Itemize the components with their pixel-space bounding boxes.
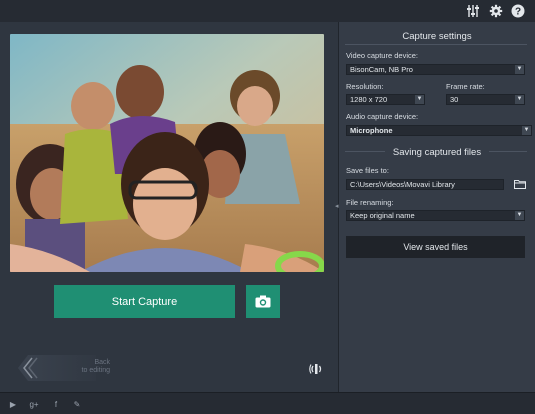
renaming-label: File renaming: xyxy=(346,198,394,207)
google-plus-icon[interactable]: g+ xyxy=(28,399,40,410)
chevron-down-icon: ▼ xyxy=(515,65,524,74)
divider xyxy=(489,151,527,152)
snapshot-button[interactable] xyxy=(246,285,280,318)
frame-rate-select[interactable]: 30 ▼ xyxy=(446,94,525,105)
equalizer-icon[interactable] xyxy=(466,4,480,18)
frame-rate-label: Frame rate: xyxy=(446,82,485,91)
back-label-line1: Back xyxy=(94,359,110,366)
resolution-label: Resolution: xyxy=(346,82,384,91)
video-device-value: BisonCam, NB Pro xyxy=(350,65,413,74)
audio-device-label: Audio capture device: xyxy=(346,112,419,121)
settings-panel: Capture settings Video capture device: B… xyxy=(339,22,535,392)
frame-rate-value: 30 xyxy=(450,95,459,104)
video-device-label: Video capture device: xyxy=(346,51,418,60)
start-capture-button[interactable]: Start Capture xyxy=(54,285,235,318)
facebook-icon[interactable]: f xyxy=(50,399,62,410)
back-to-editing-button[interactable]: Back to editing xyxy=(18,355,110,381)
chevron-down-icon: ▼ xyxy=(522,126,531,135)
audio-device-value: Microphone xyxy=(350,126,393,135)
renaming-value: Keep original name xyxy=(350,211,415,220)
youtube-icon[interactable]: ▶ xyxy=(7,399,19,410)
chevron-down-icon: ▼ xyxy=(515,211,524,220)
capture-settings-title: Capture settings xyxy=(402,31,472,42)
view-saved-files-button[interactable]: View saved files xyxy=(346,236,525,258)
gear-icon[interactable] xyxy=(489,4,503,18)
renaming-select[interactable]: Keep original name ▼ xyxy=(346,210,525,221)
feedback-icon[interactable]: ✎ xyxy=(71,399,83,410)
audio-device-select[interactable]: Microphone ▼ xyxy=(346,125,532,136)
top-toolbar: ? xyxy=(0,0,535,22)
svg-text:?: ? xyxy=(515,7,521,18)
save-path-field[interactable]: C:\Users\Videos\Movavi Library xyxy=(346,179,504,190)
back-label-line2: to editing xyxy=(81,367,110,374)
folder-icon[interactable] xyxy=(514,179,526,189)
chevron-down-icon: ▼ xyxy=(515,95,524,104)
back-button-label: Back to editing xyxy=(58,359,110,375)
divider xyxy=(345,44,527,45)
help-icon[interactable]: ? xyxy=(511,4,525,18)
chevron-down-icon: ▼ xyxy=(415,95,424,104)
audio-wave-icon[interactable] xyxy=(309,362,323,376)
saving-files-title: Saving captured files xyxy=(392,147,482,158)
camera-icon xyxy=(255,295,271,308)
footer-bar: ▶ g+ f ✎ xyxy=(0,392,535,414)
save-to-label: Save files to: xyxy=(346,166,389,175)
resolution-value: 1280 x 720 xyxy=(350,95,388,104)
video-device-select[interactable]: BisonCam, NB Pro ▼ xyxy=(346,64,525,75)
save-path-value: C:\Users\Videos\Movavi Library xyxy=(350,180,455,189)
resolution-select[interactable]: 1280 x 720 ▼ xyxy=(346,94,425,105)
chevron-left-icon xyxy=(23,357,38,379)
webcam-preview xyxy=(10,34,324,272)
capture-area: Start Capture Back to editing xyxy=(0,22,338,392)
